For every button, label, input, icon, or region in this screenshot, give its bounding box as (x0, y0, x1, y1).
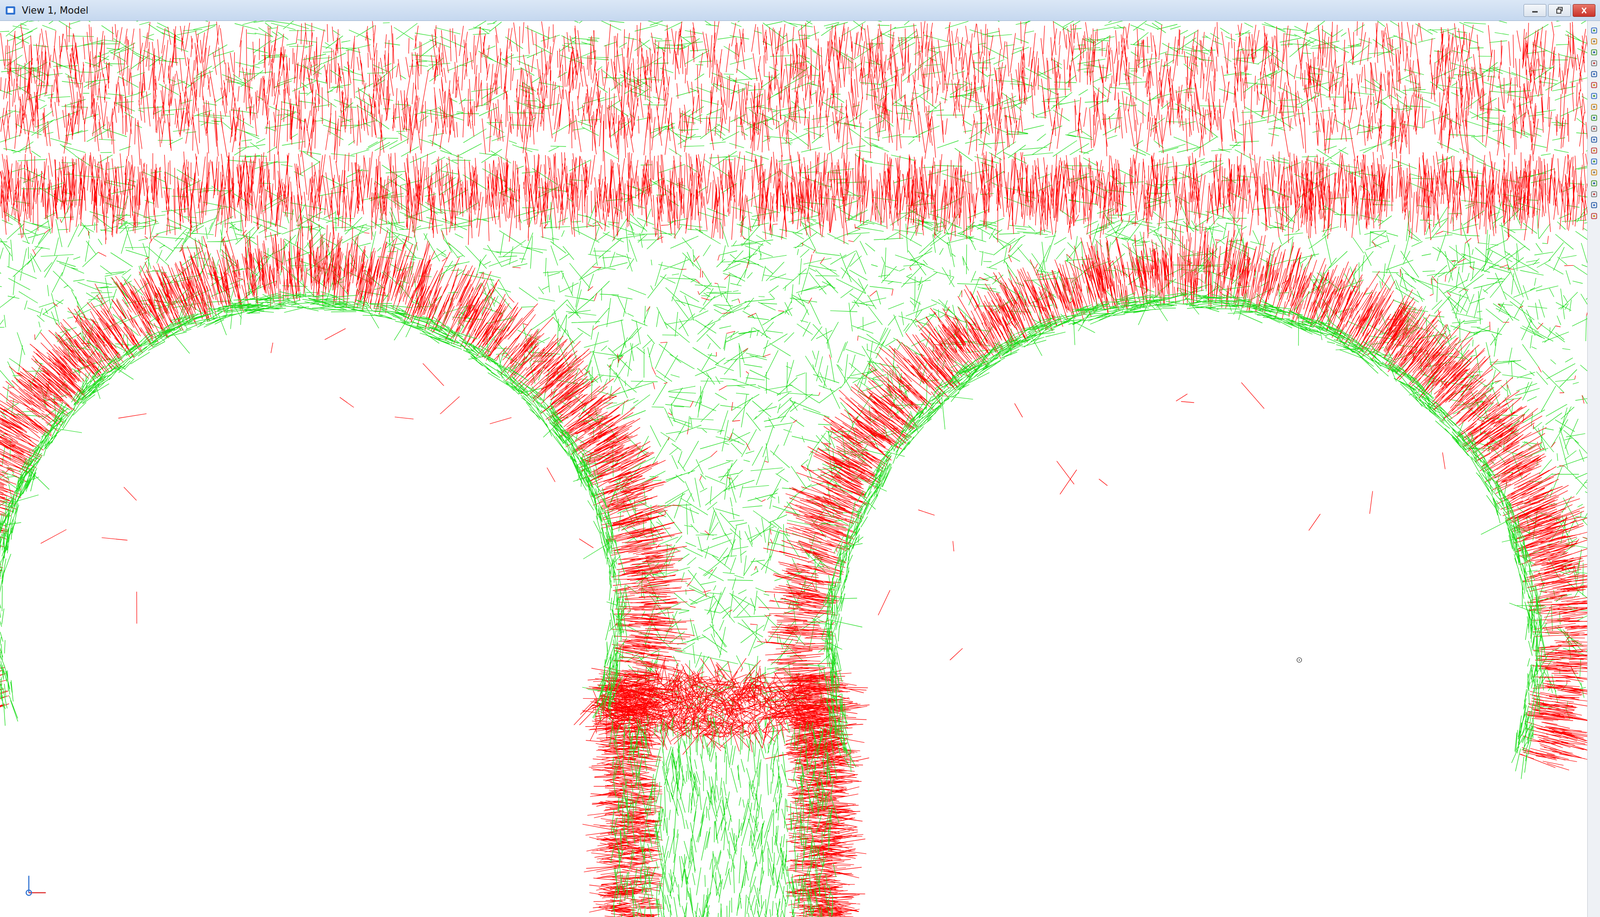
toolbar-button[interactable] (1587, 134, 1600, 145)
toolbar-button[interactable] (1587, 36, 1600, 47)
toolbar-button[interactable] (1587, 123, 1600, 134)
view-icon (4, 4, 17, 17)
tool-icon (1589, 59, 1599, 68)
title-bar: View 1, Model (0, 0, 1600, 21)
close-button[interactable] (1572, 4, 1596, 17)
toolbar-button[interactable] (1587, 25, 1600, 36)
window-title: View 1, Model (21, 5, 89, 16)
restore-button[interactable] (1548, 4, 1571, 17)
toolbar-button[interactable] (1587, 211, 1600, 222)
tool-icon (1589, 190, 1599, 199)
tool-icon (1589, 26, 1599, 35)
tool-icon (1589, 124, 1599, 133)
cursor-icon (1295, 656, 1303, 664)
toolbar-button[interactable] (1587, 178, 1600, 189)
tool-icon (1589, 157, 1599, 166)
toolbar-button[interactable] (1587, 112, 1600, 123)
toolbar-button[interactable] (1587, 101, 1600, 112)
tool-icon (1589, 135, 1599, 144)
tool-icon (1589, 91, 1599, 101)
toolbar-button[interactable] (1587, 58, 1600, 69)
cad-window: View 1, Model (0, 0, 1600, 917)
minimize-button[interactable] (1523, 4, 1547, 17)
tool-icon (1589, 80, 1599, 90)
tool-icon (1589, 201, 1599, 210)
minimize-icon (1528, 6, 1542, 15)
toolbar-button[interactable] (1587, 189, 1600, 200)
toolbar-button[interactable] (1587, 80, 1600, 91)
toolbar-button[interactable] (1587, 90, 1600, 101)
view-body (0, 20, 1600, 917)
point-cloud-drawing (0, 20, 1588, 917)
tool-icon (1589, 168, 1599, 177)
axis-triad-icon (18, 871, 51, 904)
toolbar-button[interactable] (1587, 145, 1600, 156)
toolbar-button[interactable] (1587, 156, 1600, 167)
toolbar-button[interactable] (1587, 200, 1600, 211)
toolbar-button[interactable] (1587, 167, 1600, 178)
tool-icon (1589, 146, 1599, 155)
toolbar-button[interactable] (1587, 69, 1600, 80)
view-toolbar (1587, 20, 1600, 917)
restore-icon (1552, 6, 1567, 15)
close-icon (1577, 6, 1591, 15)
tool-icon (1589, 37, 1599, 46)
window-controls (1523, 4, 1596, 17)
tool-icon (1589, 113, 1599, 122)
tool-icon (1589, 48, 1599, 57)
tool-icon (1589, 70, 1599, 79)
tool-icon (1589, 179, 1599, 188)
toolbar-button[interactable] (1587, 47, 1600, 58)
green-edges (0, 20, 1588, 733)
tool-icon (1589, 102, 1599, 112)
red-normals (0, 20, 1588, 917)
model-view[interactable] (0, 20, 1588, 917)
tool-icon (1589, 211, 1599, 221)
green-inner-edges (0, 291, 1547, 917)
